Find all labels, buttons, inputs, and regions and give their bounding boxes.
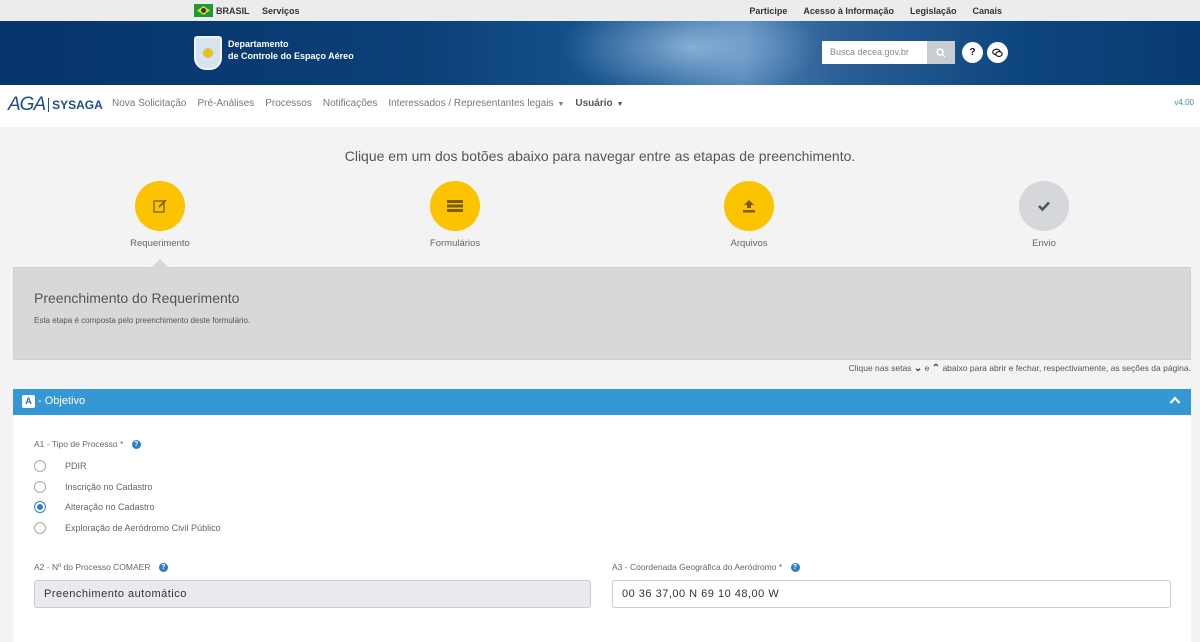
radio-option-alteracao[interactable]: Alteração no Cadastro xyxy=(34,501,155,513)
canais-link[interactable]: Canais xyxy=(972,6,1002,16)
required-mark: * xyxy=(120,439,124,449)
gov-links: Participe Acesso à Informação Legislação… xyxy=(749,6,1002,16)
step-envio[interactable]: Envio xyxy=(974,181,1114,249)
section-title: - Objetivo xyxy=(38,395,86,407)
nav-item-pre-analises[interactable]: Pré-Análises xyxy=(197,98,254,109)
radio-button[interactable] xyxy=(34,522,46,534)
panel-title: Preenchimento do Requerimento xyxy=(34,290,240,306)
brazil-flag-icon xyxy=(194,4,213,17)
radio-option-inscricao[interactable]: Inscrição no Cadastro xyxy=(34,481,153,493)
nav-item-interessados[interactable]: Interessados / Representantes legais ▼ xyxy=(388,98,564,109)
nav-item-nova-solicitacao[interactable]: Nova Solicitação xyxy=(112,98,186,109)
help-icon[interactable]: ? xyxy=(158,563,168,573)
chevron-up-icon: ⌃ xyxy=(931,363,941,374)
step-arquivos[interactable]: Arquivos xyxy=(679,181,819,249)
step-info-panel: Preenchimento do Requerimento Esta etapa… xyxy=(13,259,1191,360)
step-button[interactable] xyxy=(135,181,185,231)
nav-menu: Nova Solicitação Pré-Análises Processos … xyxy=(112,98,624,109)
main-nav: AGA SYSAGA Nova Solicitação Pré-Análises… xyxy=(0,85,1200,127)
search-input[interactable]: Busca decea.gov.br xyxy=(822,41,928,64)
coordenada-field[interactable]: 00 36 37,00 N 69 10 48,00 W xyxy=(612,580,1171,608)
banner-image xyxy=(560,21,820,85)
step-button[interactable] xyxy=(724,181,774,231)
department-title[interactable]: Departamento de Controle do Espaço Aéreo xyxy=(228,38,354,62)
caret-down-icon: ▼ xyxy=(557,101,565,108)
step-formularios[interactable]: Formulários xyxy=(385,181,525,249)
chevron-up-icon[interactable] xyxy=(1169,393,1181,408)
sysaga-logo[interactable]: AGA SYSAGA xyxy=(8,94,103,116)
acesso-informacao-link[interactable]: Acesso à Informação xyxy=(803,6,894,16)
gov-bar: BRASIL Serviços Participe Acesso à Infor… xyxy=(0,0,1200,21)
brasil-link[interactable]: BRASIL xyxy=(216,6,250,16)
step-button[interactable] xyxy=(1019,181,1069,231)
section-a-header[interactable]: A - Objetivo xyxy=(13,389,1191,415)
a3-label: A3 - Coordenada Geográfica do Aeródromo … xyxy=(612,562,800,573)
version-label: v4.00 xyxy=(1174,98,1194,107)
list-icon xyxy=(447,200,463,212)
a1-label: A1 - Tipo de Processo * ? xyxy=(34,439,141,450)
search-icon xyxy=(936,47,946,57)
panel-description: Esta etapa é composta pelo preenchimento… xyxy=(34,316,251,325)
radio-option-pdir[interactable]: PDIR xyxy=(34,460,87,472)
step-label: Arquivos xyxy=(730,238,768,249)
step-label: Formulários xyxy=(429,238,481,249)
step-label: Requerimento xyxy=(130,238,190,249)
check-icon xyxy=(1038,201,1050,212)
a2-label: A2 - Nº do Processo COMAER ? xyxy=(34,562,168,573)
chat-button[interactable] xyxy=(987,42,1008,63)
radio-button[interactable] xyxy=(34,481,46,493)
edit-icon xyxy=(153,199,167,213)
search-button[interactable] xyxy=(927,41,955,64)
chat-icon xyxy=(992,48,1003,57)
step-label: Envio xyxy=(1032,238,1056,249)
step-requerimento[interactable]: Requerimento xyxy=(90,181,230,249)
help-button[interactable]: ? xyxy=(962,42,983,63)
help-icon[interactable]: ? xyxy=(131,440,141,450)
caret-down-icon: ▼ xyxy=(616,101,624,108)
nav-item-notificacoes[interactable]: Notificações xyxy=(323,98,377,109)
nav-item-processos[interactable]: Processos xyxy=(265,98,312,109)
section-badge: A xyxy=(22,395,35,408)
help-icon: ? xyxy=(969,47,976,58)
help-icon[interactable]: ? xyxy=(790,563,800,573)
header-banner: Departamento de Controle do Espaço Aéreo… xyxy=(0,21,1200,85)
nav-item-usuario[interactable]: Usuário ▼ xyxy=(575,98,623,109)
radio-button-selected[interactable] xyxy=(34,501,46,513)
panel-pointer xyxy=(151,259,169,268)
decea-logo-icon[interactable] xyxy=(194,36,222,70)
upload-icon xyxy=(743,200,755,213)
step-button[interactable] xyxy=(430,181,480,231)
radio-button[interactable] xyxy=(34,460,46,472)
processo-comaer-field[interactable]: Preenchimento automático xyxy=(34,580,591,608)
collapse-hint: Clique nas setas ⌄ e ⌃ abaixo para abrir… xyxy=(848,363,1191,374)
legislacao-link[interactable]: Legislação xyxy=(910,6,957,16)
servicos-link[interactable]: Serviços xyxy=(262,6,300,16)
participe-link[interactable]: Participe xyxy=(749,6,787,16)
required-mark: * xyxy=(778,562,783,572)
radio-option-exploracao[interactable]: Exploração de Aeródromo Civil Público xyxy=(34,522,221,534)
chevron-down-icon: ⌄ xyxy=(913,363,923,374)
steps-instruction: Clique em um dos botões abaixo para nave… xyxy=(344,148,856,164)
